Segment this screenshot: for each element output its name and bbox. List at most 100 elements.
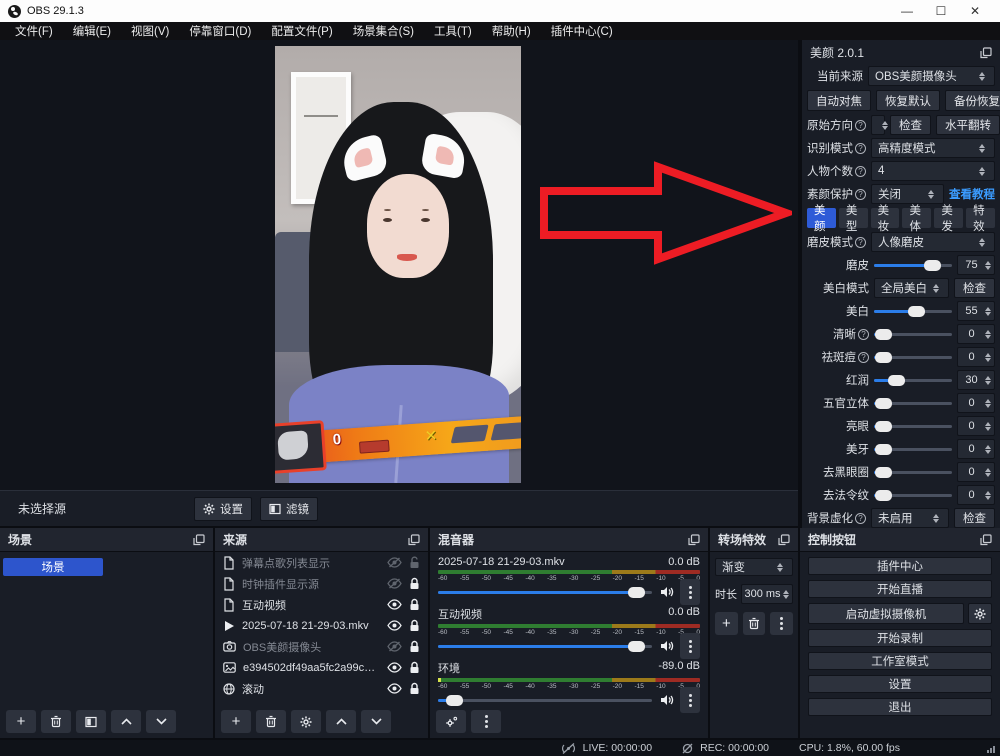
exit-button[interactable]: 退出 bbox=[808, 698, 992, 716]
close-button[interactable]: ✕ bbox=[958, 0, 992, 22]
menu-item-edit[interactable]: 编辑(E) bbox=[64, 22, 120, 40]
current-source-select[interactable]: OBS美颜摄像头 bbox=[868, 66, 995, 86]
tab-body[interactable]: 美体 bbox=[902, 208, 931, 228]
slider-handle[interactable] bbox=[875, 329, 892, 340]
orientation-select[interactable]: 上 bbox=[871, 115, 885, 135]
tab-reshape[interactable]: 美型 bbox=[839, 208, 868, 228]
menu-item-docks[interactable]: 停靠窗口(D) bbox=[180, 22, 260, 40]
rosy-value-spinner[interactable]: 30 bbox=[957, 370, 995, 390]
tab-makeup[interactable]: 美妆 bbox=[871, 208, 900, 228]
blemish-slider[interactable] bbox=[874, 356, 952, 359]
popout-icon[interactable] bbox=[980, 534, 992, 546]
bg-blur-check-button[interactable]: 检查 bbox=[954, 508, 995, 528]
minimize-button[interactable]: — bbox=[890, 0, 924, 22]
popout-icon[interactable] bbox=[193, 534, 205, 546]
help-icon[interactable]: ? bbox=[858, 329, 869, 340]
source-settings-button[interactable]: 设置 bbox=[194, 497, 252, 521]
volume-slider[interactable] bbox=[438, 645, 652, 648]
studio-mode-button[interactable]: 工作室模式 bbox=[808, 652, 992, 670]
source-row[interactable]: 2025-07-18 21-29-03.mkv bbox=[215, 615, 428, 636]
whiten-value-spinner[interactable]: 55 bbox=[957, 301, 995, 321]
start-streaming-button[interactable]: 开始直播 bbox=[808, 580, 992, 598]
move-scene-up-button[interactable] bbox=[111, 710, 141, 733]
restore-default-button[interactable]: 恢复默认 bbox=[876, 90, 940, 111]
channel-menu-button[interactable] bbox=[680, 579, 700, 605]
slider-handle[interactable] bbox=[888, 375, 905, 386]
menu-item-view[interactable]: 视图(V) bbox=[122, 22, 178, 40]
slider-handle[interactable] bbox=[875, 490, 892, 501]
tab-beauty[interactable]: 美颜 bbox=[807, 208, 836, 228]
transition-select[interactable]: 渐变 bbox=[715, 558, 793, 576]
tab-hair[interactable]: 美发 bbox=[934, 208, 963, 228]
popout-icon[interactable] bbox=[778, 534, 790, 546]
tutorial-link[interactable]: 查看教程 bbox=[949, 186, 995, 202]
lock-icon[interactable] bbox=[409, 661, 420, 674]
channel-menu-button[interactable] bbox=[680, 633, 700, 659]
speaker-icon[interactable] bbox=[660, 586, 674, 598]
dark-circles-value-spinner[interactable]: 0 bbox=[957, 462, 995, 482]
clarity-value-spinner[interactable]: 0 bbox=[957, 324, 995, 344]
move-source-up-button[interactable] bbox=[326, 710, 356, 733]
lock-icon[interactable] bbox=[409, 598, 420, 611]
lock-icon[interactable] bbox=[409, 682, 420, 695]
duration-spinner[interactable]: 300 ms bbox=[741, 584, 793, 604]
slider-handle[interactable] bbox=[875, 421, 892, 432]
slider-handle[interactable] bbox=[446, 695, 463, 706]
source-row[interactable]: 弹幕点歌列表显示 bbox=[215, 552, 428, 573]
detect-mode-select[interactable]: 高精度模式 bbox=[871, 138, 995, 158]
plugin-center-button[interactable]: 插件中心 bbox=[808, 557, 992, 575]
menu-item-profile[interactable]: 配置文件(P) bbox=[262, 22, 341, 40]
maximize-button[interactable]: ☐ bbox=[924, 0, 958, 22]
add-scene-button[interactable]: + bbox=[6, 710, 36, 733]
preview-canvas[interactable]: 0 ✕ bbox=[0, 40, 798, 490]
slider-handle[interactable] bbox=[924, 260, 941, 271]
teeth-slider[interactable] bbox=[874, 448, 952, 451]
unlock-icon[interactable] bbox=[409, 556, 420, 569]
remove-scene-button[interactable] bbox=[41, 710, 71, 733]
blemish-value-spinner[interactable]: 0 bbox=[957, 347, 995, 367]
source-row[interactable]: 互动视频 bbox=[215, 594, 428, 615]
volume-slider[interactable] bbox=[438, 591, 652, 594]
slider-handle[interactable] bbox=[628, 587, 645, 598]
dark-circles-slider[interactable] bbox=[874, 471, 952, 474]
whiten-slider[interactable] bbox=[874, 310, 952, 313]
smile-lines-value-spinner[interactable]: 0 bbox=[957, 485, 995, 505]
add-transition-button[interactable]: + bbox=[715, 612, 738, 635]
smooth-slider[interactable] bbox=[874, 264, 952, 267]
eye-icon[interactable] bbox=[387, 683, 402, 694]
slider-handle[interactable] bbox=[628, 641, 645, 652]
help-icon[interactable]: ? bbox=[855, 189, 866, 200]
help-icon[interactable]: ? bbox=[855, 513, 866, 524]
orientation-check-button[interactable]: 检查 bbox=[890, 115, 931, 135]
source-filters-button[interactable]: 滤镜 bbox=[260, 497, 318, 521]
virtual-camera-settings-button[interactable] bbox=[968, 603, 992, 624]
autofocus-button[interactable]: 自动对焦 bbox=[807, 90, 871, 111]
slider-handle[interactable] bbox=[908, 306, 925, 317]
people-count-stepper[interactable]: 4 bbox=[871, 161, 995, 181]
smile-lines-slider[interactable] bbox=[874, 494, 952, 497]
eye-icon[interactable] bbox=[387, 620, 402, 631]
teeth-value-spinner[interactable]: 0 bbox=[957, 439, 995, 459]
slider-handle[interactable] bbox=[875, 467, 892, 478]
move-scene-down-button[interactable] bbox=[146, 710, 176, 733]
popout-icon[interactable] bbox=[688, 534, 700, 546]
lock-icon[interactable] bbox=[409, 640, 420, 653]
help-icon[interactable]: ? bbox=[855, 120, 866, 131]
start-virtual-camera-button[interactable]: 启动虚拟摄像机 bbox=[808, 603, 964, 624]
eye-slash-icon[interactable] bbox=[387, 557, 402, 568]
menu-item-file[interactable]: 文件(F) bbox=[6, 22, 62, 40]
help-icon[interactable]: ? bbox=[855, 166, 866, 177]
source-properties-button[interactable] bbox=[291, 710, 321, 733]
add-source-button[interactable]: + bbox=[221, 710, 251, 733]
horizontal-flip-button[interactable]: 水平翻转 bbox=[936, 115, 1000, 135]
resize-grip-icon[interactable] bbox=[987, 746, 995, 753]
help-icon[interactable]: ? bbox=[855, 143, 866, 154]
help-icon[interactable]: ? bbox=[858, 352, 869, 363]
move-source-down-button[interactable] bbox=[361, 710, 391, 733]
scene-filters-button[interactable] bbox=[76, 710, 106, 733]
bright-eyes-value-spinner[interactable]: 0 bbox=[957, 416, 995, 436]
speaker-icon[interactable] bbox=[660, 640, 674, 652]
source-row[interactable]: 时钟插件显示源 bbox=[215, 573, 428, 594]
source-row[interactable]: e394502df49aa5fc2a99cd2e7c bbox=[215, 657, 428, 678]
tab-effects[interactable]: 特效 bbox=[966, 208, 995, 228]
